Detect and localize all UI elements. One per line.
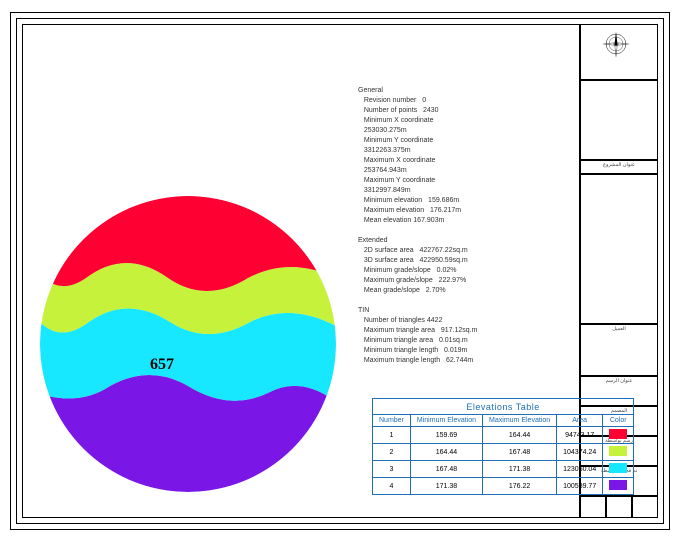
tb-client-label: العميل xyxy=(582,326,656,332)
elevation-bands-svg xyxy=(40,196,336,492)
cell-area: 123060.04 xyxy=(557,461,603,478)
ntri-val: 4422 xyxy=(427,317,443,324)
island xyxy=(156,420,168,428)
rev-val: 0 xyxy=(422,97,426,104)
a2d-label: 2D surface area xyxy=(364,247,414,254)
maxy-label: Maximum Y coordinate xyxy=(364,177,435,184)
table-row: 1159.69164.4494743.17 xyxy=(373,427,634,444)
cell-min: 159.69 xyxy=(410,427,482,444)
meanslope-val: 2.70% xyxy=(426,287,446,294)
etab-header-row: Number Minimum Elevation Maximum Elevati… xyxy=(373,415,634,427)
maxelev-label: Maximum elevation xyxy=(364,207,424,214)
tin-heading: TIN xyxy=(358,307,369,314)
mintrilen-label: Minimum triangle length xyxy=(364,347,438,354)
cell-max: 176.22 xyxy=(483,478,557,495)
cell-num: 4 xyxy=(373,478,411,495)
minx-label: Minimum X coordinate xyxy=(364,117,434,124)
a3d-val: 422950.59sq.m xyxy=(420,257,468,264)
miny-val: 3312263.375m xyxy=(364,147,411,154)
cell-min: 167.48 xyxy=(410,461,482,478)
maxslope-label: Maximum grade/slope xyxy=(364,277,433,284)
cell-num: 1 xyxy=(373,427,411,444)
minelev-val: 159.686m xyxy=(428,197,459,204)
cell-area: 100589.77 xyxy=(557,478,603,495)
hdr-area: Area xyxy=(557,415,603,427)
cell-color xyxy=(603,478,634,495)
meanelev-val: 167.903m xyxy=(413,217,444,224)
rev-label: Revision number xyxy=(364,97,417,104)
compass-icon xyxy=(602,30,630,58)
tb-drawing-label: عنوان الرسم xyxy=(582,378,656,384)
ntri-label: Number of triangles xyxy=(364,317,425,324)
mintriarea-label: Minimum triangle area xyxy=(364,337,433,344)
tb-project-label: عنوان المشروع xyxy=(582,162,656,168)
maxtriarea-label: Maximum triangle area xyxy=(364,327,435,334)
maxtrilen-val: 62.744m xyxy=(446,357,473,364)
cell-area: 94743.17 xyxy=(557,427,603,444)
map-point-label: 657 xyxy=(150,356,174,374)
maxtrilen-label: Maximum triangle length xyxy=(364,357,440,364)
extended-heading: Extended xyxy=(358,237,388,244)
meanslope-label: Mean grade/slope xyxy=(364,287,420,294)
meanelev-label: Mean elevation xyxy=(364,217,411,224)
tb-bottom-b xyxy=(606,496,632,518)
cell-min: 164.44 xyxy=(410,444,482,461)
color-swatch xyxy=(609,446,627,456)
minslope-label: Minimum grade/slope xyxy=(364,267,431,274)
minelev-label: Minimum elevation xyxy=(364,197,422,204)
mintrilen-val: 0.019m xyxy=(444,347,467,354)
maxtriarea-val: 917.12sq.m xyxy=(441,327,478,334)
npts-val: 2430 xyxy=(423,107,439,114)
hdr-max: Maximum Elevation xyxy=(483,415,557,427)
tb-logo-cell xyxy=(580,174,658,324)
tb-bottom-c xyxy=(632,496,658,518)
maxy-val: 3312997.849m xyxy=(364,187,411,194)
maxx-label: Maximum X coordinate xyxy=(364,157,436,164)
minslope-val: 0.02% xyxy=(437,267,457,274)
cell-min: 171.38 xyxy=(410,478,482,495)
drawing-sheet: عنوان المشروع العميل عنوان الرسم المصمم … xyxy=(0,0,680,544)
mintriarea-val: 0.01sq.m xyxy=(439,337,468,344)
maxslope-val: 222.97% xyxy=(439,277,467,284)
hdr-min: Minimum Elevation xyxy=(410,415,482,427)
cell-num: 3 xyxy=(373,461,411,478)
hdr-num: Number xyxy=(373,415,411,427)
cell-max: 164.44 xyxy=(483,427,557,444)
a3d-label: 3D surface area xyxy=(364,257,414,264)
table-row: 3167.48171.38123060.04 xyxy=(373,461,634,478)
table-row: 2164.44167.48104374.24 xyxy=(373,444,634,461)
elevation-map xyxy=(40,196,336,492)
cell-color xyxy=(603,461,634,478)
hdr-color: Color xyxy=(603,415,634,427)
statistics-block: General Revision number 0 Number of poin… xyxy=(358,86,477,366)
cell-max: 171.38 xyxy=(483,461,557,478)
cell-color xyxy=(603,444,634,461)
etab-title: Elevations Table xyxy=(372,398,634,414)
cell-num: 2 xyxy=(373,444,411,461)
cell-area: 104374.24 xyxy=(557,444,603,461)
tb-client-cell xyxy=(580,80,658,160)
npts-label: Number of points xyxy=(364,107,417,114)
cell-max: 167.48 xyxy=(483,444,557,461)
maxelev-val: 176.217m xyxy=(430,207,461,214)
table-row: 4171.38176.22100589.77 xyxy=(373,478,634,495)
miny-label: Minimum Y coordinate xyxy=(364,137,433,144)
a2d-val: 422767.22sq.m xyxy=(420,247,468,254)
general-heading: General xyxy=(358,87,383,94)
color-swatch xyxy=(609,429,627,439)
tb-bottom-a xyxy=(580,496,606,518)
cell-color xyxy=(603,427,634,444)
color-swatch xyxy=(609,463,627,473)
maxx-val: 253764.943m xyxy=(364,167,407,174)
elevations-table: Elevations Table Number Minimum Elevatio… xyxy=(372,398,634,495)
minx-val: 253030.275m xyxy=(364,127,407,134)
color-swatch xyxy=(609,480,627,490)
